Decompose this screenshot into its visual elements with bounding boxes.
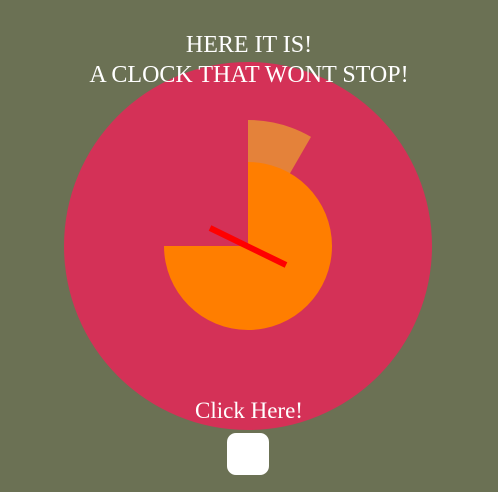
click-here-label[interactable]: Click Here!	[0, 397, 498, 425]
title-line-2: A CLOCK THAT WONT STOP!	[89, 62, 409, 88]
page-background: HERE IT IS! A CLOCK THAT WONT STOP! Clic…	[0, 0, 498, 492]
click-button[interactable]	[227, 433, 269, 475]
title-line-1: HERE IT IS!	[185, 32, 313, 58]
